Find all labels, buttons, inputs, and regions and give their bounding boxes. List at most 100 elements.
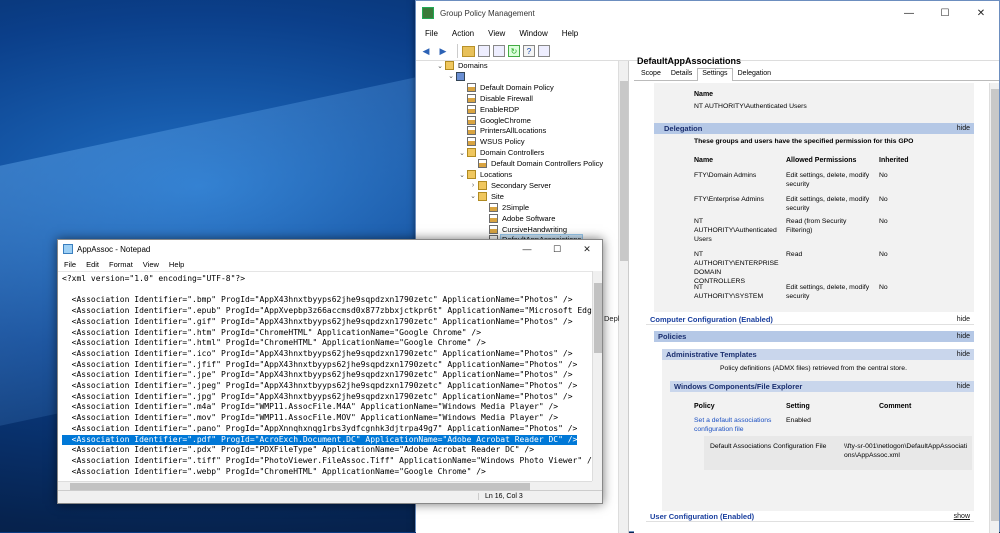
link-icon [489,224,498,234]
policies-bar: Policies hide [654,331,974,342]
delegation-cell-inh: No [879,196,888,203]
delegation-cell-perm: Read [786,251,803,258]
notepad-close-button[interactable]: ✕ [572,240,602,258]
admin-templates-hide-link[interactable]: hide [957,351,970,358]
selected-text-line: <Association Identifier=".pdf" ProgId="A… [62,434,578,446]
policy-col-policy: Policy [694,403,715,410]
link-icon [467,82,476,92]
show-hide-tree-icon[interactable] [493,45,505,57]
deleg-col-inherited: Inherited [879,157,909,164]
delegation-hide-link[interactable]: hide [957,125,970,132]
text-line: <Association Identifier=".pdx" ProgId="P… [62,445,535,455]
tree-node[interactable]: Adobe Software [480,213,556,224]
text-line: <Association Identifier=".pano" ProgId="… [62,423,578,433]
tree-node-label: GoogleChrome [480,115,531,125]
np-menu-view[interactable]: View [138,260,164,269]
tree-node-label: EnableRDP [480,104,520,114]
tree-node-label: Secondary Server [491,180,552,190]
text-line: <Association Identifier=".bmp" ProgId="A… [62,295,573,305]
notepad-titlebar: AppAssoc - Notepad — ☐ ✕ [58,240,602,258]
tree-node-label: PrintersAllLocations [480,126,547,136]
link-icon [467,115,476,125]
computer-config-hide-link[interactable]: hide [957,316,970,323]
policies-hide-link[interactable]: hide [957,333,970,340]
menu-help[interactable]: Help [555,29,585,38]
notepad-vertical-scrollbar[interactable] [592,271,602,481]
maximize-button[interactable]: ☐ [927,1,963,25]
file-explorer-label: Windows Components/File Explorer [674,382,803,391]
tree-expander-icon[interactable]: ⌄ [469,192,477,200]
np-menu-edit[interactable]: Edit [81,260,104,269]
tree-node[interactable]: GoogleChrome [458,115,532,126]
tree-expander-icon[interactable]: ⌄ [458,171,466,179]
tree-node-label: Adobe Software [502,213,556,223]
text-line: <?xml version="1.0" encoding="UTF-8"?> [62,274,246,283]
tree-node[interactable]: ⌄ Locations [458,169,513,180]
tree-node[interactable]: WSUS Policy [458,136,526,147]
np-menu-format[interactable]: Format [104,260,138,269]
refresh-icon[interactable]: ↻ [508,45,520,57]
tree-node[interactable]: PrintersAllLocations [458,125,547,136]
tree-node[interactable]: 2Simple [480,202,530,213]
tab-details[interactable]: Details [666,68,697,80]
tree-node[interactable]: CursiveHandwriting [480,224,568,235]
back-arrow-icon[interactable]: ◀ [419,44,433,58]
delegation-cell-inh: No [879,218,888,225]
minimize-button[interactable]: — [891,1,927,25]
delegation-label: Delegation [664,124,703,133]
name-value: NT AUTHORITY\Authenticated Users [694,103,807,110]
tree-scrollbar[interactable] [618,61,628,533]
tree-node-label: Domain Controllers [480,148,545,158]
tab-scope[interactable]: Scope [636,68,666,80]
text-line: <Association Identifier=".m4a" ProgId="W… [62,402,559,412]
tab-delegation[interactable]: Delegation [733,68,776,80]
delegation-cell-name: NT AUTHORITY\Authenticated Users [694,218,777,243]
tree-node-label: CursiveHandwriting [502,224,568,234]
user-config-show-link[interactable]: show [954,513,970,520]
menu-file[interactable]: File [418,29,445,38]
tree-expander-icon[interactable]: ⌄ [436,62,444,70]
np-menu-file[interactable]: File [59,260,81,269]
properties-icon[interactable] [478,45,490,57]
notepad-maximize-button[interactable]: ☐ [542,240,572,258]
tree-expander-icon[interactable]: ⌄ [447,72,455,80]
notepad-text-area[interactable]: <?xml version="1.0" encoding="UTF-8"?> <… [58,271,594,481]
tree-node[interactable]: ⌄ [447,71,470,82]
tree-expander-icon[interactable]: ⌄ [458,149,466,157]
report-scroll-thumb[interactable] [991,89,999,521]
console-icon[interactable] [538,45,550,57]
tree-node[interactable]: EnableRDP [458,104,520,115]
tree-node[interactable]: Default Domain Controllers Policy [469,158,604,169]
delegation-cell-name: NT AUTHORITY\ENTERPRISE DOMAIN CONTROLLE… [694,251,779,285]
text-line: <Association Identifier=".jfif" ProgId="… [62,359,578,369]
menu-window[interactable]: Window [512,29,554,38]
tab-settings[interactable]: Settings [697,68,733,81]
np-vscroll-thumb[interactable] [594,283,602,353]
help-icon[interactable]: ? [523,45,535,57]
forward-arrow-icon[interactable]: ▶ [436,44,450,58]
notepad-minimize-button[interactable]: — [512,240,542,258]
folder-icon[interactable] [462,45,475,57]
close-button[interactable]: ✕ [963,1,999,25]
tree-expander-icon[interactable]: › [469,182,477,189]
tree-node-label: Domains [458,61,488,70]
tree-node[interactable]: ⌄ Domain Controllers [458,147,545,158]
file-explorer-hide-link[interactable]: hide [957,383,970,390]
policy-link[interactable]: Set a default associations configuration… [694,416,779,434]
np-menu-help[interactable]: Help [164,260,189,269]
tree-node[interactable]: Default Domain Policy [458,82,555,93]
user-config-label: User Configuration (Enabled) [650,511,755,521]
text-line: <Association Identifier=".htm" ProgId="C… [62,327,482,337]
tree-node[interactable]: › Secondary Server [469,180,552,191]
tree-scroll-thumb[interactable] [620,81,628,261]
ou-icon [467,148,476,158]
deleg-col-perm: Allowed Permissions [786,157,857,164]
policy-setting-value: Enabled [786,417,811,424]
report-scrollbar[interactable] [989,83,999,533]
menu-action[interactable]: Action [445,29,481,38]
tree-node[interactable]: Disable Firewall [458,93,534,104]
tree-node[interactable]: ⌄ Domains [436,60,489,71]
gpo-tabs: Scope Details Settings Delegation [634,68,999,81]
tree-node[interactable]: ⌄ Site [469,191,505,202]
menu-view[interactable]: View [481,29,512,38]
